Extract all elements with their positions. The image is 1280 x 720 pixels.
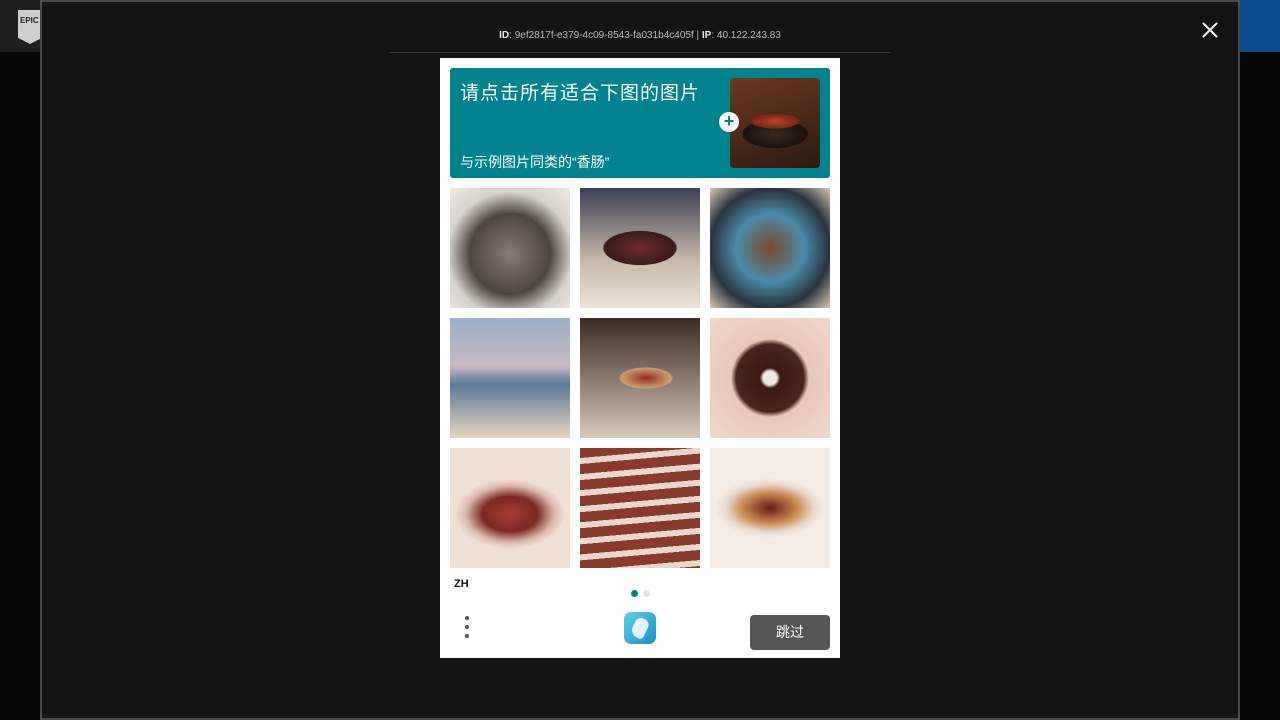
image-grid: [450, 188, 830, 568]
hcaptcha-logo-icon: [624, 612, 656, 644]
example-image: [730, 78, 820, 168]
tile-hot-dogs-buns[interactable]: [710, 448, 830, 568]
page-dot-inactive: [643, 590, 650, 597]
meta-id-label: ID: [499, 30, 510, 41]
plus-icon: +: [719, 112, 739, 132]
skip-button[interactable]: 跳过: [750, 615, 830, 650]
tile-chocolate-donut[interactable]: [710, 318, 830, 438]
tile-hot-dogs-in-bowl[interactable]: [580, 318, 700, 438]
background-accent-button: [1238, 0, 1280, 52]
captcha-card: 请点击所有适合下图的图片 与示例图片同类的“香肠” + ZH 跳过: [440, 58, 840, 658]
menu-icon[interactable]: [460, 616, 469, 644]
tile-beans-in-bowl[interactable]: [450, 448, 570, 568]
meta-ip-label: IP: [701, 30, 712, 41]
prompt-title: 请点击所有适合下图的图片: [460, 83, 701, 104]
tile-sausages-on-plate[interactable]: [450, 188, 570, 308]
tile-sausages-row[interactable]: [580, 448, 700, 568]
epic-logo: EPIC: [18, 10, 42, 44]
tile-beach-scene[interactable]: [450, 318, 570, 438]
tile-chocolate-eclairs[interactable]: [580, 188, 700, 308]
meta-ip-value: : 40.122.243.83: [711, 30, 781, 41]
captcha-modal: ID: 9ef2817f-e379-4c09-8543-fa031b4c405f…: [40, 0, 1240, 720]
page-indicator: [631, 584, 655, 602]
tile-roast-chicken[interactable]: [710, 188, 830, 308]
session-meta: ID: 9ef2817f-e379-4c09-8543-fa031b4c405f…: [390, 22, 890, 53]
prompt-subtitle: 与示例图片同类的“香肠”: [460, 154, 610, 170]
logo-text: EPIC: [20, 16, 39, 25]
language-selector[interactable]: ZH: [454, 578, 469, 590]
close-icon[interactable]: [1198, 18, 1222, 42]
page-dot-active: [631, 590, 638, 597]
meta-id-value: : 9ef2817f-e379-4c09-8543-fa031b4c405f |: [509, 30, 702, 41]
prompt-banner: 请点击所有适合下图的图片 与示例图片同类的“香肠” +: [450, 68, 830, 178]
